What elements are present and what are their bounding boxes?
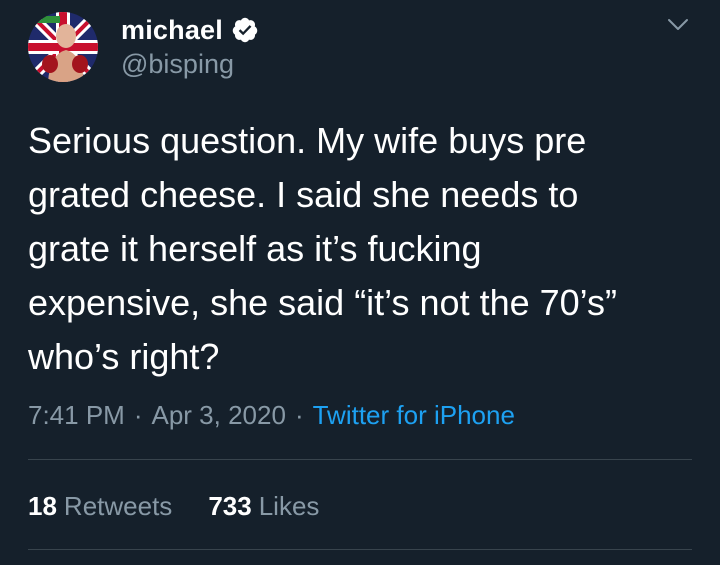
boxer-with-union-jack-avatar <box>28 12 98 82</box>
author-handle[interactable]: @bisping <box>121 49 234 80</box>
likes-count: 733 <box>208 490 252 521</box>
separator-dot: · <box>294 399 304 430</box>
tweet-source-link[interactable]: Twitter for iPhone <box>313 400 515 431</box>
author-display-name[interactable]: michael <box>121 15 223 46</box>
tweet-detail: michael @bisping Serious question. My wi… <box>0 0 720 565</box>
retweets-stat[interactable]: 18 Retweets <box>28 491 172 522</box>
verified-badge-icon <box>231 16 259 44</box>
divider <box>28 459 692 460</box>
likes-stat[interactable]: 733 Likes <box>208 491 319 522</box>
retweets-count: 18 <box>28 490 57 521</box>
tweet-stats: 18 Retweets 733 Likes <box>28 487 319 525</box>
retweets-label: Retweets <box>63 490 173 521</box>
tweet-text: Serious question. My wife buys pre grate… <box>28 120 618 377</box>
tweet-metadata: 7:41 PM · Apr 3, 2020 · Twitter for iPho… <box>28 396 515 434</box>
author-name-row[interactable]: michael <box>121 12 259 48</box>
separator-dot: · <box>133 399 143 430</box>
tweet-date[interactable]: Apr 3, 2020 <box>152 400 286 431</box>
tweet-time[interactable]: 7:41 PM <box>28 400 125 431</box>
divider <box>28 549 692 550</box>
avatar[interactable] <box>28 12 98 82</box>
likes-label: Likes <box>258 490 320 521</box>
chevron-down-icon[interactable] <box>666 12 690 36</box>
